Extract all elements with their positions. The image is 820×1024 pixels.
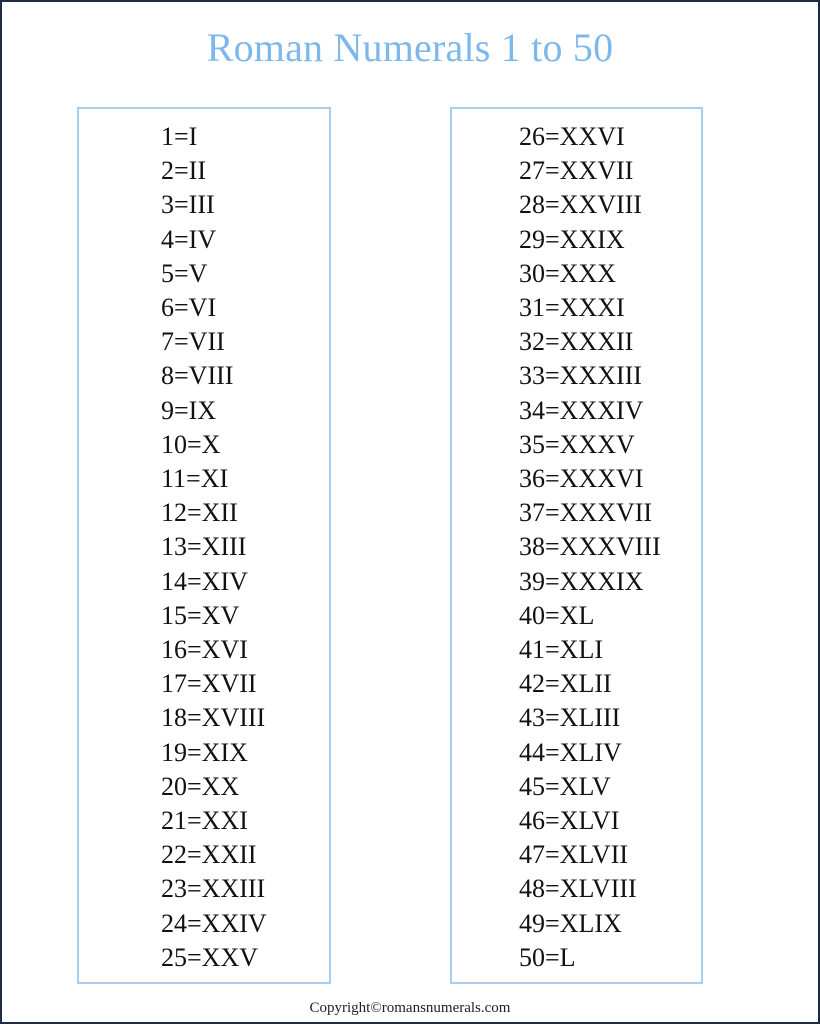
numeral-entry: 8=VIII: [161, 361, 234, 391]
numeral-entry: 22=XXII: [161, 840, 257, 870]
numeral-entry: 1=I: [161, 122, 198, 151]
numeral-entry: 41=XLI: [519, 635, 603, 665]
numeral-entry: 27=XXVII: [519, 156, 634, 186]
numeral-entry: 11=XI: [161, 464, 229, 494]
page-frame: Roman Numerals 1 to 50 1=I 2=II 3=III 4=IV 5…: [0, 0, 820, 1024]
numeral-entry: 25=XXV: [161, 942, 258, 972]
numeral-entry: 40=XL: [519, 600, 595, 630]
numeral-entry: 49=XLIX: [519, 908, 622, 938]
numeral-entry: 29=XXIX: [519, 224, 625, 254]
numeral-entry: 20=XX: [161, 771, 240, 801]
numeral-entry: 18=XVIII: [161, 703, 266, 733]
numeral-entry: 12=XII: [161, 498, 238, 528]
numeral-entry: 9=IX: [161, 395, 217, 425]
numeral-entry: 43=XLIII: [519, 703, 621, 733]
numeral-entry: 7=VII: [161, 327, 225, 357]
numeral-entry: 39=XXXIX: [519, 566, 644, 596]
numerals-list-left: 1=I 2=II 3=III 4=IV 5=V 6=VI 7=VII 8=VIII 9=IX 10…: [161, 120, 267, 975]
numeral-entry: 35=XXXV: [519, 429, 635, 459]
numeral-entry: 6=VI: [161, 293, 217, 323]
numeral-entry: 48=XLVIII: [519, 874, 637, 904]
numeral-entry: 31=XXXI: [519, 293, 625, 323]
numeral-entry: 3=III: [161, 190, 215, 220]
numeral-entry: 30=XXX: [519, 258, 616, 288]
numerals-box-26-to-50: 26=XXVI 27=XXVII 28=XXVIII 29=XXIX 30=XXX 31=…: [450, 107, 703, 984]
numeral-entry: 45=XLV: [519, 771, 611, 801]
numeral-entry: 47=XLVII: [519, 840, 629, 870]
numeral-entry: 21=XXI: [161, 806, 248, 836]
numeral-entry: 14=XIV: [161, 566, 248, 596]
numeral-entry: 33=XXXIII: [519, 361, 642, 391]
page-title: Roman Numerals 1 to 50: [206, 25, 614, 70]
numeral-entry: 28=XXVIII: [519, 190, 642, 220]
numeral-entry: 4=IV: [161, 224, 217, 254]
copyright-footer: Copyright©romansnumerals.com: [309, 1000, 511, 1016]
numeral-entry: 50=L: [519, 942, 576, 972]
numeral-entry: 10=X: [161, 429, 221, 459]
numeral-entry: 5=V: [161, 258, 208, 288]
numerals-box-1-to-25: 1=I 2=II 3=III 4=IV 5=V 6=VI 7=VII 8=VIII 9=IX 10…: [77, 107, 331, 984]
numeral-entry: 17=XVII: [161, 669, 257, 699]
numeral-entry: 19=XIX: [161, 737, 248, 767]
numeral-entry: 38=XXXVIII: [519, 532, 661, 562]
numeral-entry: 16=XVI: [161, 635, 248, 665]
numeral-entry: 36=XXXVI: [519, 464, 644, 494]
numeral-entry: 42=XLII: [519, 669, 612, 699]
numerals-list-right: 26=XXVI 27=XXVII 28=XXVIII 29=XXIX 30=XXX 31=…: [519, 120, 661, 975]
numeral-entry: 13=XIII: [161, 532, 247, 562]
numeral-entry: 44=XLIV: [519, 737, 622, 767]
numeral-entry: 46=XLVI: [519, 806, 620, 836]
numeral-entry: 24=XXIV: [161, 908, 267, 938]
numeral-entry: 2=II: [161, 156, 206, 186]
numeral-entry: 34=XXXIV: [519, 395, 644, 425]
numeral-entry: 15=XV: [161, 600, 240, 630]
numeral-entry: 32=XXXII: [519, 327, 634, 357]
numeral-entry: 26=XXVI: [519, 122, 625, 151]
numeral-entry: 23=XXIII: [161, 874, 266, 904]
numeral-entry: 37=XXXVII: [519, 498, 653, 528]
